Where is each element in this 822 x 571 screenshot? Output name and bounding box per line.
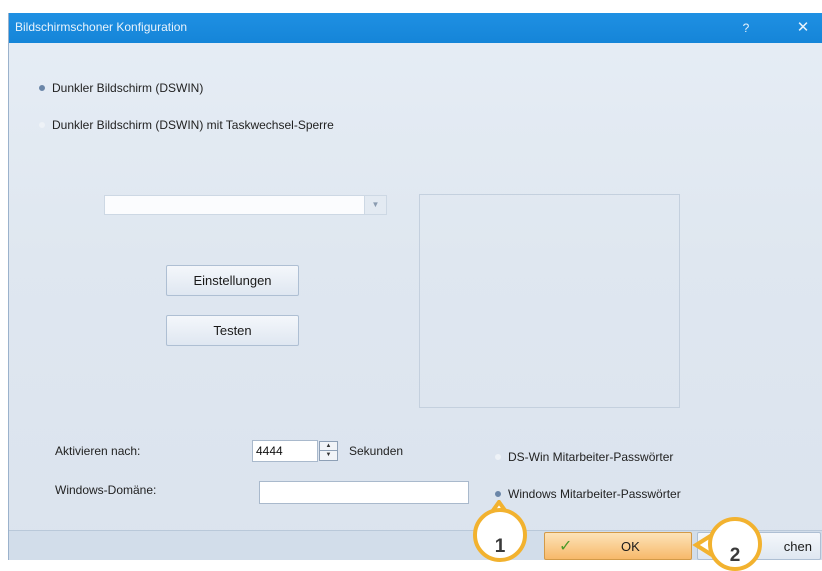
activate-after-spinner[interactable]: ▲ ▼ [319, 441, 338, 461]
test-button[interactable]: Testen [166, 315, 299, 346]
close-button[interactable]: ✕ [785, 13, 821, 43]
radio-windows-passwords-dot[interactable] [495, 491, 501, 497]
activate-after-input[interactable]: 4444 [252, 440, 318, 462]
window-title: Bildschirmschoner Konfiguration [15, 20, 188, 34]
radio-dswin-passwords[interactable]: DS-Win Mitarbeiter-Passwörter [495, 450, 673, 464]
radio-dark-screen-task-lock-dot[interactable] [39, 122, 45, 128]
callout-2: 2 [708, 517, 762, 571]
screensaver-config-dialog: Bildschirmschoner Konfiguration ? ✕ Dunk… [8, 13, 822, 560]
title-bar: Bildschirmschoner Konfiguration ? ✕ [9, 13, 822, 43]
windows-domain-input[interactable] [259, 481, 469, 504]
spin-down-icon[interactable]: ▼ [320, 451, 337, 460]
windows-domain-label: Windows-Domäne: [55, 483, 157, 497]
chevron-down-icon[interactable]: ▼ [364, 196, 386, 214]
radio-dark-screen-dot[interactable] [39, 85, 45, 91]
radio-windows-passwords-label: Windows Mitarbeiter-Passwörter [508, 487, 681, 501]
screensaver-select[interactable]: ▼ [104, 195, 387, 215]
spin-up-icon[interactable]: ▲ [320, 442, 337, 451]
callout-1: 1 [473, 508, 527, 562]
radio-dswin-passwords-label: DS-Win Mitarbeiter-Passwörter [508, 450, 674, 464]
checkmark-icon: ✓ [559, 538, 573, 555]
ok-button[interactable]: ✓ OK [544, 532, 692, 560]
seconds-unit-label: Sekunden [349, 444, 404, 458]
radio-dark-screen[interactable]: Dunkler Bildschirm (DSWIN) [39, 81, 203, 95]
radio-dswin-passwords-dot[interactable] [495, 454, 501, 460]
cancel-button-label: chen [783, 539, 812, 554]
settings-button[interactable]: Einstellungen [166, 265, 299, 296]
callout-1-number: 1 [494, 536, 506, 557]
radio-dark-screen-task-lock[interactable]: Dunkler Bildschirm (DSWIN) mit Taskwechs… [39, 118, 334, 132]
radio-dark-screen-task-lock-label: Dunkler Bildschirm (DSWIN) mit Taskwechs… [52, 118, 334, 132]
ok-button-label: OK [621, 539, 640, 554]
radio-dark-screen-label: Dunkler Bildschirm (DSWIN) [52, 81, 204, 95]
help-button[interactable]: ? [731, 13, 761, 43]
screensaver-preview [419, 194, 680, 408]
callout-2-number: 2 [729, 545, 741, 566]
activate-after-label: Aktivieren nach: [55, 444, 141, 458]
radio-windows-passwords[interactable]: Windows Mitarbeiter-Passwörter [495, 487, 681, 501]
